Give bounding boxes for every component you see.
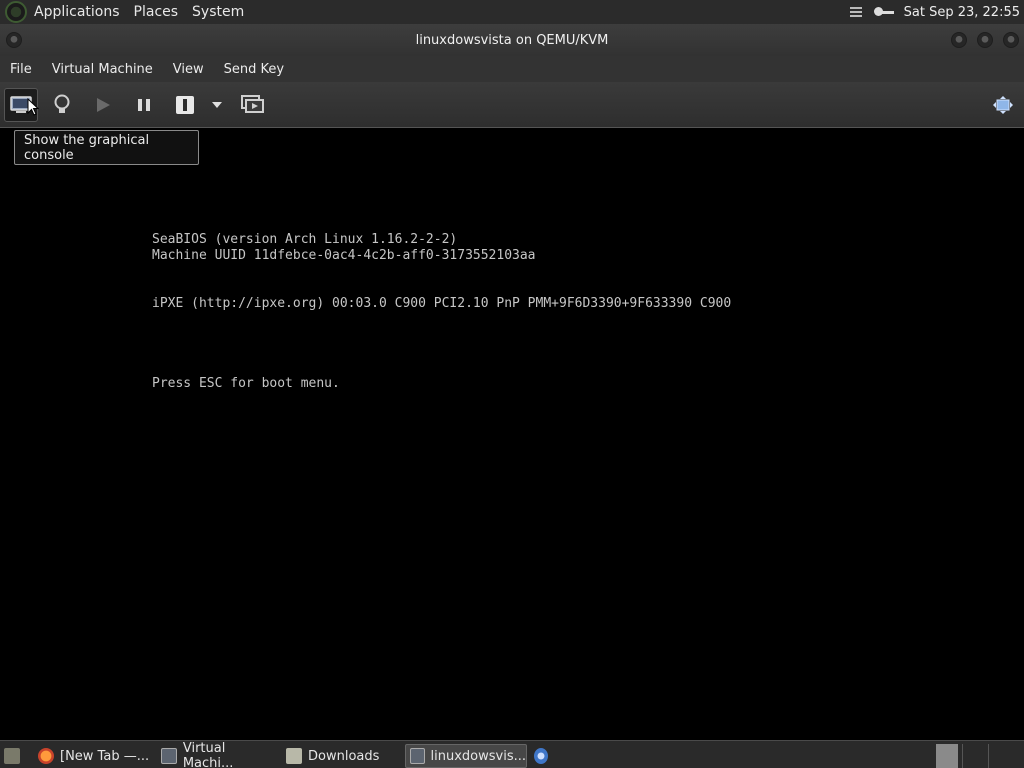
fullscreen-button[interactable] xyxy=(986,88,1020,122)
task-label: Downloads xyxy=(308,748,380,764)
play-icon xyxy=(97,98,110,112)
show-desktop-button[interactable] xyxy=(2,744,22,768)
snapshots-button[interactable] xyxy=(235,88,269,122)
workspace-1[interactable] xyxy=(936,744,958,768)
panel-menus: Applications Places System xyxy=(0,0,251,24)
clock[interactable]: Sat Sep 23, 22:55 xyxy=(904,5,1020,20)
task-label: Virtual Machi... xyxy=(182,741,234,768)
vm-graphical-console[interactable]: SeaBIOS (version Arch Linux 1.16.2-2-2) … xyxy=(0,128,1024,740)
task-downloads[interactable]: Downloads xyxy=(282,744,400,768)
shutdown-button[interactable] xyxy=(168,88,202,122)
window-title: linuxdowsvista on QEMU/KVM xyxy=(415,32,609,48)
desktop-icon xyxy=(4,748,20,764)
close-button[interactable] xyxy=(1003,32,1019,48)
places-menu[interactable]: Places xyxy=(127,4,186,20)
ipxe-line: iPXE (http://ipxe.org) 00:03.0 C900 PCI2… xyxy=(152,296,732,311)
shutdown-dropdown[interactable] xyxy=(206,88,228,122)
machine-uuid-line: Machine UUID 11dfebce-0ac4-4c2b-aff0-317… xyxy=(152,248,536,263)
panel-tray: Sat Sep 23, 22:55 xyxy=(849,0,1024,24)
pause-button[interactable] xyxy=(127,88,161,122)
task-firefox[interactable]: [New Tab —... xyxy=(34,744,152,768)
fullscreen-icon xyxy=(993,96,1013,114)
task-label: [New Tab —... xyxy=(60,748,150,764)
lightbulb-icon xyxy=(54,94,70,113)
task-globe[interactable] xyxy=(530,744,554,768)
dropdown-arrow-icon xyxy=(212,102,222,108)
power-icon xyxy=(176,96,194,114)
menu-file[interactable]: File xyxy=(0,62,42,77)
window-titlebar[interactable]: linuxdowsvista on QEMU/KVM xyxy=(0,24,1024,56)
snapshots-icon xyxy=(241,95,264,113)
tooltip: Show the graphical console xyxy=(14,130,199,165)
globe-icon xyxy=(534,748,548,764)
menu-view[interactable]: View xyxy=(163,62,214,77)
network-icon[interactable] xyxy=(849,5,868,19)
window-menu-icon[interactable] xyxy=(6,32,22,48)
top-panel: Applications Places System Sat Sep 23, 2… xyxy=(0,0,1024,24)
run-button[interactable] xyxy=(86,88,120,122)
toolbar xyxy=(0,82,1024,128)
menu-virtual-machine[interactable]: Virtual Machine xyxy=(42,62,163,77)
bios-version-line: SeaBIOS (version Arch Linux 1.16.2-2-2) xyxy=(152,232,458,247)
maximize-button[interactable] xyxy=(977,32,993,48)
applications-menu[interactable]: Applications xyxy=(27,4,127,20)
menubar: File Virtual Machine View Send Key xyxy=(0,56,1024,82)
pause-icon xyxy=(138,99,150,111)
firefox-icon xyxy=(38,748,54,764)
folder-icon xyxy=(286,748,302,764)
boot-menu-prompt: Press ESC for boot menu. xyxy=(152,376,340,391)
details-button[interactable] xyxy=(45,88,79,122)
workspace-3[interactable] xyxy=(988,744,1010,768)
taskbar: [New Tab —... Virtual Machi... Downloads… xyxy=(0,740,1024,768)
vm-console-icon xyxy=(410,748,425,764)
task-label: linuxdowsvis... xyxy=(430,748,526,764)
task-linuxdowsvista[interactable]: linuxdowsvis... xyxy=(405,744,527,768)
system-menu[interactable]: System xyxy=(185,4,251,20)
distro-logo-icon[interactable] xyxy=(5,1,27,23)
menu-send-key[interactable]: Send Key xyxy=(214,62,294,77)
mouse-cursor-icon xyxy=(27,98,39,116)
minimize-button[interactable] xyxy=(951,32,967,48)
task-virtual-machine-manager[interactable]: Virtual Machi... xyxy=(157,741,279,768)
workspace-2[interactable] xyxy=(962,744,984,768)
keyring-icon[interactable] xyxy=(873,6,894,18)
virt-manager-icon xyxy=(161,748,177,764)
